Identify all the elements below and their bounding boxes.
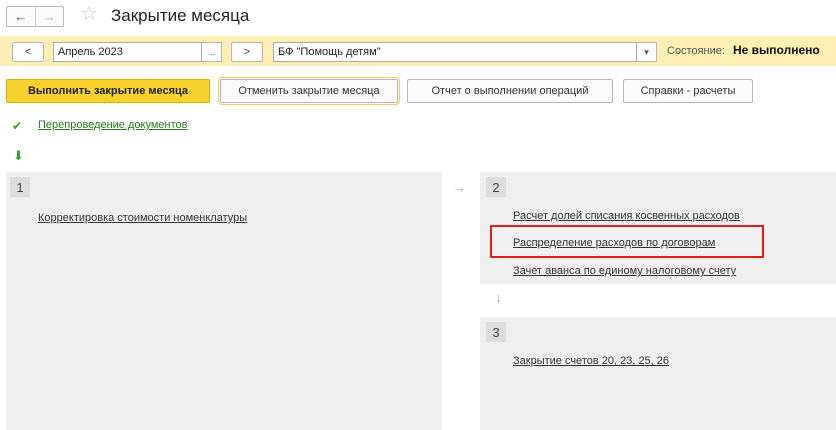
period-field[interactable]: Апрель 2023 [53, 42, 202, 62]
organization-field[interactable]: БФ "Помощь детям" [273, 42, 637, 62]
task-indirect-cost-shares[interactable]: Расчет долей списания косвенных расходов [513, 210, 740, 222]
stage-1-number: 1 [10, 177, 30, 197]
forward-arrow-icon[interactable]: → [34, 7, 64, 26]
cancel-closing-button[interactable]: Отменить закрытие месяца [218, 77, 400, 105]
stage-3-block [480, 317, 836, 430]
right-arrow-icon: → [453, 180, 466, 195]
favorite-star-icon[interactable]: ☆ [80, 3, 98, 25]
operations-report-button[interactable]: Отчет о выполнении операций [407, 79, 613, 103]
history-nav: ← → [6, 6, 64, 27]
prev-period-button[interactable]: < [12, 42, 44, 62]
down-arrow-icon: ↓ [495, 290, 502, 305]
execute-closing-button[interactable]: Выполнить закрытие месяца [6, 79, 210, 103]
highlight-frame [490, 225, 764, 258]
stage-1-block [6, 172, 442, 430]
back-arrow-icon[interactable]: ← [7, 7, 35, 26]
task-nomenclature-cost-adjustment[interactable]: Корректировка стоимости номенклатуры [38, 212, 247, 224]
task-close-accounts[interactable]: Закрытие счетов 20, 23, 25, 26 [513, 355, 669, 367]
down-arrow-green-icon: ⬇ [13, 148, 24, 163]
stage-2-number: 2 [486, 177, 506, 197]
task-tax-advance-offset[interactable]: Зачет аванса по единому налоговому счету [513, 265, 736, 277]
state-label: Состояние: [667, 45, 725, 57]
state-value: Не выполнено [733, 43, 820, 57]
calculations-button[interactable]: Справки - расчеты [623, 79, 753, 103]
period-select-button[interactable]: ... [202, 42, 222, 62]
repost-documents-link[interactable]: Перепроведение документов [38, 119, 187, 131]
organization-dropdown-icon[interactable]: ▾ [637, 42, 657, 62]
next-period-button[interactable]: > [231, 42, 263, 62]
page-title: Закрытие месяца [111, 6, 250, 25]
stage-3-number: 3 [486, 322, 506, 342]
done-check-icon: ✔ [12, 119, 23, 133]
